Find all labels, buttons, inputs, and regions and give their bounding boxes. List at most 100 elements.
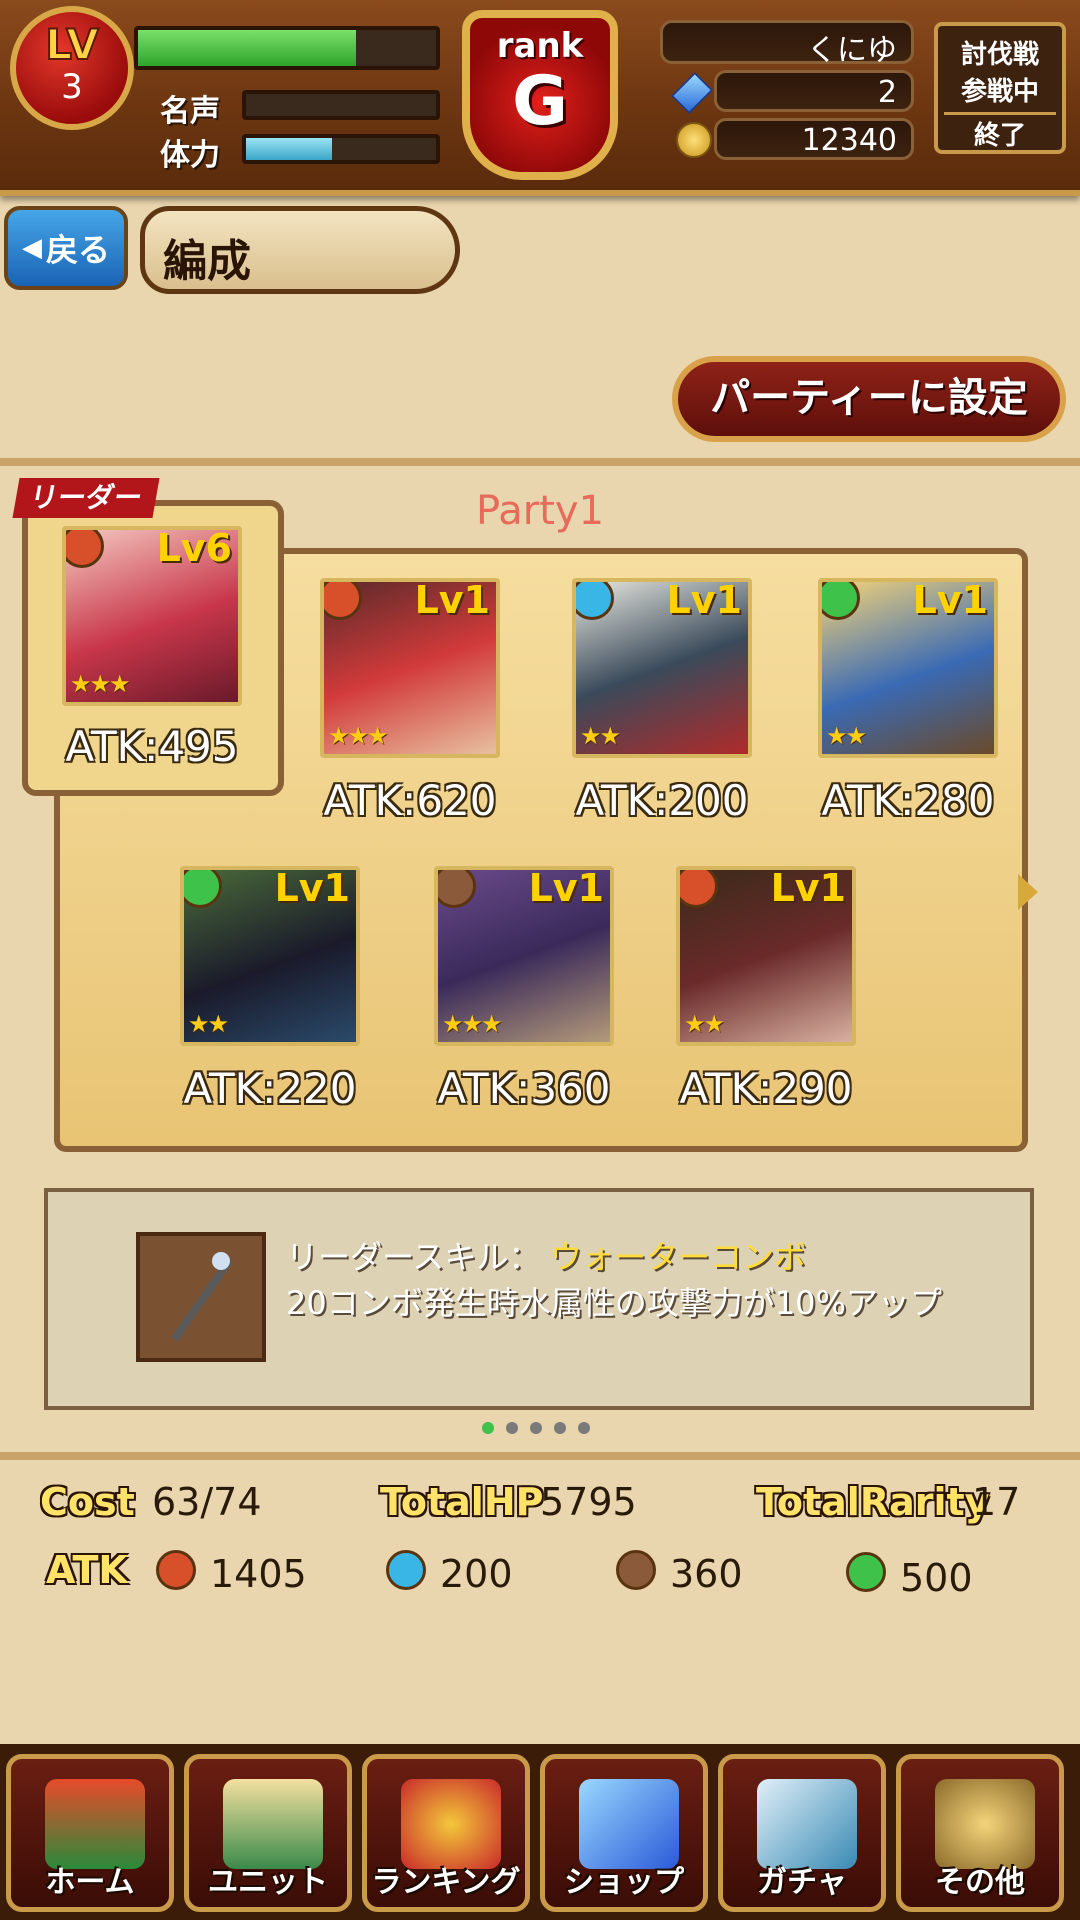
- unit-card-3[interactable]: Lv1 ★★: [572, 578, 752, 758]
- fire-element-icon: [680, 870, 718, 908]
- unit-rarity-stars: ★★: [580, 722, 621, 750]
- player-name-box: くにゆ: [660, 20, 914, 68]
- nav-gacha-label: ガチャ: [757, 1865, 847, 1900]
- gem-count: 2: [877, 75, 897, 110]
- raid-status-line2: 参戦中: [960, 77, 1039, 107]
- stamina-label: 体力: [160, 138, 220, 173]
- atk-wind-value: 500: [900, 1556, 973, 1600]
- home-icon: [45, 1779, 145, 1869]
- nav-home-button[interactable]: ホーム: [6, 1754, 174, 1912]
- raid-status-button[interactable]: 討伐戦 参戦中 終了: [934, 22, 1066, 154]
- coin-icon: [676, 122, 712, 158]
- raid-status-end: 終了: [944, 112, 1056, 152]
- unit-rarity-stars: ★★: [684, 1010, 725, 1038]
- fame-bar: [242, 90, 440, 120]
- fire-element-icon: [66, 530, 104, 568]
- nav-unit-label: ユニット: [208, 1865, 328, 1900]
- coin-count: 12340: [801, 123, 897, 158]
- back-button-label: 戻る: [45, 231, 110, 269]
- fame-label: 名声: [160, 94, 220, 129]
- wind-element-icon: [822, 582, 860, 620]
- page-dot-5[interactable]: [578, 1422, 590, 1434]
- nav-other-label: その他: [935, 1865, 1025, 1900]
- player-name: くにゆ: [807, 33, 897, 68]
- exp-bar-fill: [138, 30, 356, 66]
- swords-icon: [757, 1779, 857, 1869]
- unit-atk: ATK:290: [679, 1064, 853, 1113]
- total-rarity-value: 17: [972, 1480, 1021, 1524]
- leader-skill-name: ウォーターコンボ: [550, 1238, 807, 1276]
- unit-level: Lv1: [414, 578, 490, 622]
- nav-ranking-label: ランキング: [371, 1865, 521, 1900]
- rank-letter: G: [512, 62, 568, 141]
- stamina-bar-fill: [246, 138, 332, 160]
- gem-shop-icon: [579, 1779, 679, 1869]
- next-party-arrow-icon[interactable]: [1018, 874, 1038, 910]
- nav-ranking-button[interactable]: ランキング: [362, 1754, 530, 1912]
- unit-card-leader[interactable]: Lv6 ★★★: [62, 526, 242, 706]
- page-dot-1[interactable]: [482, 1422, 494, 1434]
- unit-atk: ATK:495: [65, 722, 239, 771]
- unit-rarity-stars: ★★★: [442, 1010, 503, 1038]
- atk-fire-value: 1405: [210, 1552, 307, 1596]
- nav-shop-button[interactable]: ショップ: [540, 1754, 708, 1912]
- water-element-icon: [386, 1550, 426, 1590]
- gem-count-box: 2: [714, 70, 914, 112]
- unit-card-4[interactable]: Lv1 ★★: [818, 578, 998, 758]
- unit-atk: ATK:280: [821, 776, 995, 825]
- leader-tag: リーダー: [12, 478, 160, 518]
- set-party-button[interactable]: パーティーに設定: [672, 356, 1066, 442]
- unit-atk: ATK:220: [183, 1064, 357, 1113]
- unit-level: Lv6: [156, 526, 232, 570]
- cost-label: Cost: [40, 1480, 135, 1524]
- unit-atk: ATK:620: [323, 776, 497, 825]
- nav-home-label: ホーム: [45, 1865, 135, 1900]
- page-title-plate: 編成: [140, 206, 460, 294]
- atk-dark-value: 360: [670, 1552, 743, 1596]
- divider: [0, 458, 1080, 466]
- player-level-badge: LV 3: [10, 6, 134, 130]
- dark-element-icon: [438, 870, 476, 908]
- fire-element-icon: [156, 1550, 196, 1590]
- crown-icon: [401, 1779, 501, 1869]
- unit-level: Lv1: [274, 866, 350, 910]
- page-dot-3[interactable]: [530, 1422, 542, 1434]
- gear-icon: [935, 1779, 1035, 1869]
- page-dot-4[interactable]: [554, 1422, 566, 1434]
- back-arrow-icon: ◀: [21, 233, 42, 263]
- unit-card-2[interactable]: Lv1 ★★★: [320, 578, 500, 758]
- page-dot-2[interactable]: [506, 1422, 518, 1434]
- fire-element-icon: [324, 582, 362, 620]
- stamina-bar: [242, 134, 440, 164]
- leader-skill-description: 20コンボ発生時水属性の攻撃力が10%アップ: [286, 1284, 942, 1322]
- unit-level: Lv1: [528, 866, 604, 910]
- atk-water-value: 200: [440, 1552, 513, 1596]
- nav-other-button[interactable]: その他: [896, 1754, 1064, 1912]
- total-hp-value: 5795: [540, 1480, 637, 1524]
- unit-rarity-stars: ★★: [826, 722, 867, 750]
- unit-level: Lv1: [770, 866, 846, 910]
- unit-card-6[interactable]: Lv1 ★★★: [434, 866, 614, 1046]
- rank-label: rank: [496, 26, 584, 66]
- level-label: LV: [44, 19, 99, 70]
- page-indicator: [482, 1422, 590, 1434]
- unit-atk: ATK:360: [437, 1064, 611, 1113]
- nav-unit-button[interactable]: ユニット: [184, 1754, 352, 1912]
- unit-rarity-stars: ★★★: [70, 670, 131, 698]
- wind-element-icon: [184, 870, 222, 908]
- total-hp-label: TotalHP: [380, 1480, 544, 1524]
- nav-gacha-button[interactable]: ガチャ: [718, 1754, 886, 1912]
- unit-card-5[interactable]: Lv1 ★★: [180, 866, 360, 1046]
- exp-bar: [134, 26, 440, 70]
- rank-shield: rank G: [462, 10, 618, 180]
- level-value: 3: [61, 67, 83, 107]
- staff-icon: [136, 1232, 266, 1362]
- atk-label: ATK: [46, 1548, 128, 1592]
- dark-element-icon: [616, 1550, 656, 1590]
- water-element-icon: [576, 582, 614, 620]
- back-button[interactable]: ◀ 戻る: [4, 206, 128, 290]
- unit-card-7[interactable]: Lv1 ★★: [676, 866, 856, 1046]
- set-party-button-label: パーティーに設定: [710, 375, 1028, 421]
- unit-rarity-stars: ★★: [188, 1010, 229, 1038]
- unit-level: Lv1: [912, 578, 988, 622]
